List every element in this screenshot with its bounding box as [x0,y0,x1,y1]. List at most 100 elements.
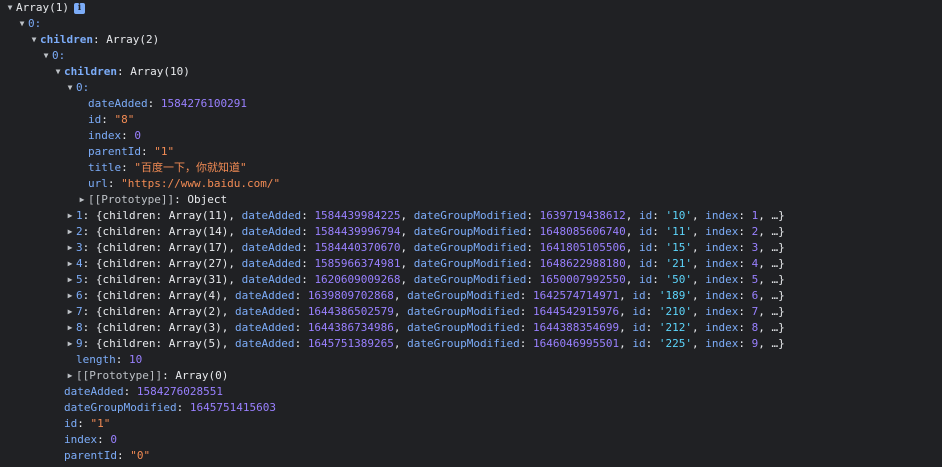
collapse-arrow-icon[interactable]: ▶ [64,288,76,304]
value-text: : [738,289,752,302]
property-key: 8 [76,321,83,334]
value-text: : [140,145,155,158]
number-value: 1644388354699 [533,321,620,334]
tree-node-row[interactable]: ▶ 2: {children: Array(14), dateAdded: 158… [64,224,785,240]
collapse-arrow-icon[interactable]: ▶ [64,256,76,272]
property-key: dateGroupModified [407,321,520,334]
value-text: , [625,241,639,254]
property-key: index [705,257,739,270]
property-key: 6 [76,289,83,302]
number-value: 0 [110,433,117,446]
number-value: 1644542915976 [533,305,620,318]
value-text: : [738,241,752,254]
property-key: dateAdded [88,97,148,110]
tree-node-row[interactable]: ▶ 4: {children: Array(27), dateAdded: 158… [64,256,785,272]
collapse-arrow-icon[interactable]: ▶ [64,336,76,352]
value-text: : {children: Array(4), [82,289,235,302]
tree-node-row[interactable]: ▼ children: Array(2) [28,32,160,48]
value-text: : {children: Array(2), [82,305,235,318]
property-key: dateGroupModified [413,209,527,222]
collapse-arrow-icon[interactable]: ▶ [64,224,76,240]
value-text: : {children: Array(27), [82,257,242,270]
property-row: parentId: "1" [76,144,174,160]
value-text: , …} [758,289,785,302]
tree-node-row[interactable]: ▼ 0: [40,48,66,64]
value-text: : [738,209,752,222]
property-key: 2 [76,225,83,238]
value-text: , [625,225,639,238]
collapse-arrow-icon[interactable]: ▶ [76,192,88,208]
tree-node-row[interactable]: ▶ 1: {children: Array(11), dateAdded: 158… [64,208,785,224]
value-text: : [652,273,666,286]
tree-node-row[interactable]: ▶ 7: {children: Array(2), dateAdded: 1644… [64,304,785,320]
number-value: 1644386734986 [307,321,394,334]
value-text: : [645,337,659,350]
expand-arrow-icon[interactable]: ▼ [28,32,40,48]
property-key: id [632,289,646,302]
string-value: '50' [665,273,692,286]
property-key: dateAdded [241,257,302,270]
tree-node-row[interactable]: ▼ Array(1) i [4,0,85,16]
tree-node-row[interactable]: ▶ 8: {children: Array(3), dateAdded: 1644… [64,320,785,336]
value-text: : [101,113,115,126]
collapse-arrow-icon[interactable]: ▶ [64,304,76,320]
tree-node-row[interactable]: ▼ 0: [16,16,42,32]
collapse-arrow-icon[interactable]: ▶ [64,368,76,384]
expand-arrow-icon[interactable]: ▼ [4,0,16,16]
value-text: , [619,289,633,302]
value-text: , [691,337,706,350]
expand-arrow-icon[interactable]: ▼ [40,48,52,64]
value-text: , [625,273,639,286]
value-text: : [176,401,190,414]
expand-arrow-icon[interactable]: ▼ [64,80,76,96]
value-text: : [519,337,533,350]
property-key: dateGroupModified [413,257,527,270]
property-key: dateAdded [234,305,295,318]
string-value: "https://www.baidu.com/" [121,177,281,190]
tree-node-row[interactable]: ▶ [[Prototype]]: Array(0) [64,368,229,384]
expand-arrow-icon[interactable]: ▼ [52,64,64,80]
string-value: '10' [665,209,692,222]
property-key: length [76,353,116,366]
number-value: 1620609009268 [314,273,401,286]
property-key: 5 [76,273,83,286]
collapse-arrow-icon[interactable]: ▶ [64,240,76,256]
value-text: , …} [758,337,785,350]
property-key: 1 [76,209,83,222]
tree-node-row[interactable]: ▶ [[Prototype]]: Object [76,192,228,208]
number-value: 1584439996794 [314,225,401,238]
collapse-arrow-icon[interactable]: ▶ [64,272,76,288]
string-value: "8" [114,113,135,126]
value-text: , …} [758,209,785,222]
string-value: '225' [658,337,692,350]
number-value: 1645751415603 [189,401,276,414]
value-text: : [121,161,135,174]
value-text: : Array(10) [116,65,190,78]
collapse-arrow-icon[interactable]: ▶ [64,320,76,336]
number-value: 1639809702868 [307,289,394,302]
info-icon[interactable]: i [73,2,85,14]
property-key: index [705,209,739,222]
value-text: : [738,321,752,334]
property-key: dateAdded [234,289,295,302]
property-key: 4 [76,257,83,270]
property-key: url [88,177,108,190]
value-text: : [526,273,540,286]
tree-node-row[interactable]: ▶ 9: {children: Array(5), dateAdded: 1645… [64,336,785,352]
property-key: id [632,321,646,334]
property-key: dateGroupModified [413,225,527,238]
tree-node-row[interactable]: ▶ 6: {children: Array(4), dateAdded: 1639… [64,288,785,304]
property-key: 0: [76,81,90,94]
expand-arrow-icon[interactable]: ▼ [16,16,28,32]
number-value: 1585966374981 [314,257,401,270]
collapse-arrow-icon[interactable]: ▶ [64,208,76,224]
tree-node-row[interactable]: ▼ children: Array(10) [52,64,190,80]
tree-node-row[interactable]: ▶ 3: {children: Array(17), dateAdded: 158… [64,240,785,256]
value-text: , [400,225,414,238]
value-text: , [691,241,706,254]
tree-node-row[interactable]: ▼ 0: [64,80,90,96]
number-value: 1584439984225 [314,209,401,222]
value-text: : [738,225,752,238]
tree-node-row[interactable]: ▶ 5: {children: Array(31), dateAdded: 162… [64,272,785,288]
value-text: : {children: Array(11), [82,209,242,222]
